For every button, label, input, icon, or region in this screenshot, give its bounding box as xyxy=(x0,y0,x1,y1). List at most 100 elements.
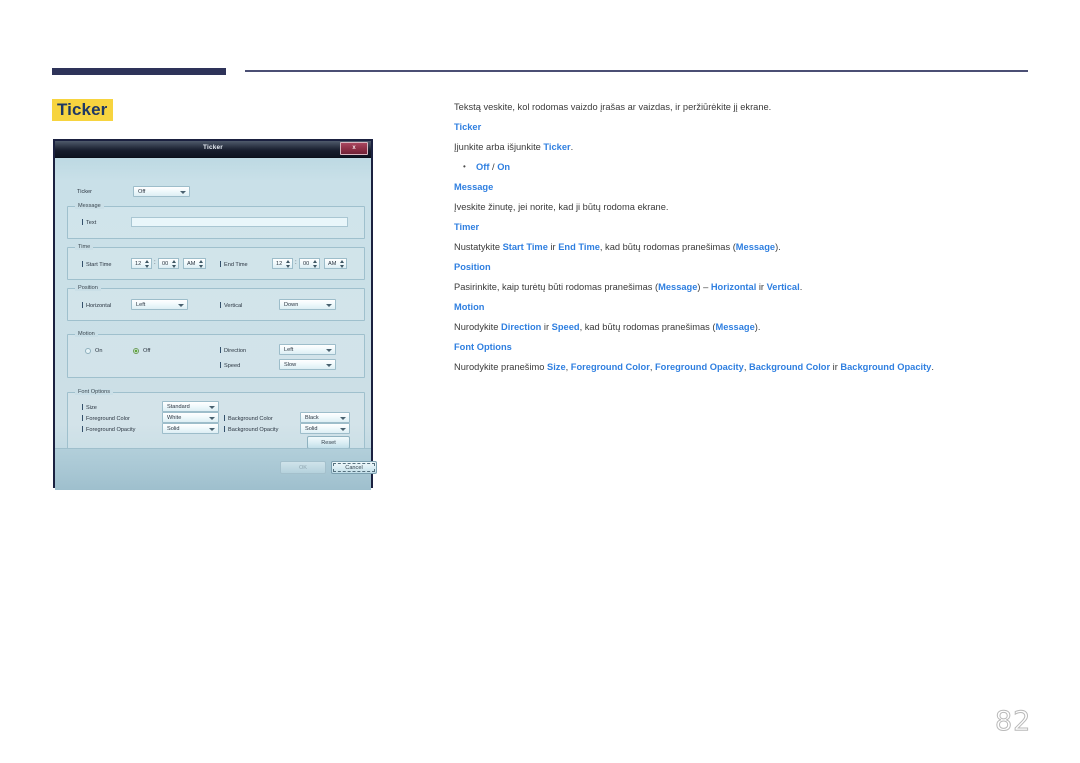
timer-mid2: , kad būtų rodomas pranešimas ( xyxy=(599,242,736,252)
text-label: Text xyxy=(82,219,96,226)
foreground-color-select[interactable]: White xyxy=(162,412,219,423)
message-text-input[interactable] xyxy=(131,217,348,227)
vertical-select[interactable]: Down xyxy=(279,299,336,310)
start-hour-stepper[interactable]: 12 xyxy=(131,258,152,269)
direction-select-value: Left xyxy=(284,347,294,353)
dialog-titlebar: Ticker x xyxy=(55,141,371,158)
vertical-select-value: Down xyxy=(284,302,299,308)
ticker-desc-keyword: Ticker xyxy=(543,142,571,152)
header-rule-thin xyxy=(245,70,1028,72)
foreground-color-label: Foreground Color xyxy=(82,415,130,422)
motion-pre: Nurodykite xyxy=(454,322,502,332)
intro-paragraph: Tekstą veskite, kol rodomas vaizdo įraša… xyxy=(454,102,772,112)
stepper-arrows-icon[interactable] xyxy=(286,260,291,268)
ok-button[interactable]: OK xyxy=(280,461,326,474)
background-opacity-label: Background Opacity xyxy=(224,426,278,433)
direction-label: Direction xyxy=(220,347,246,354)
timer-mid1: ir xyxy=(547,242,559,252)
heading-timer: Timer xyxy=(454,222,480,232)
time-group-legend: Time xyxy=(75,244,94,250)
ticker-dialog: Ticker x Ticker Off Message Text Time St… xyxy=(53,139,377,490)
end-meridiem-value: AM xyxy=(328,261,337,267)
stepper-arrows-icon[interactable] xyxy=(340,260,345,268)
vertical-label: Vertical xyxy=(220,302,242,309)
motion-off-radio[interactable] xyxy=(133,348,139,354)
background-color-select[interactable]: Black xyxy=(300,412,350,423)
font-options-description: Nurodykite pranešimo Size, Foreground Co… xyxy=(454,357,1029,377)
foreground-opacity-label: Foreground Opacity xyxy=(82,426,135,433)
heading-ticker: Ticker xyxy=(454,122,482,132)
start-time-label: Start Time xyxy=(82,261,112,268)
background-color-label: Background Color xyxy=(224,415,273,422)
motion-mid2: , kad būtų rodomas pranešimas ( xyxy=(579,322,716,332)
message-group-legend: Message xyxy=(75,203,104,209)
start-meridiem-stepper[interactable]: AM xyxy=(183,258,206,269)
motion-kw-direction: Direction xyxy=(501,322,542,332)
heading-message: Message xyxy=(454,182,494,192)
motion-off-label: Off xyxy=(143,348,151,354)
end-hour-stepper[interactable]: 12 xyxy=(272,258,293,269)
dialog-footer: OK Cancel xyxy=(55,448,377,490)
font-kw-background-color: Background Color xyxy=(749,362,831,372)
position-kw-message: Message xyxy=(658,282,698,292)
stepper-arrows-icon[interactable] xyxy=(172,260,177,268)
option-off: Off xyxy=(476,162,490,172)
chevron-down-icon xyxy=(209,417,215,420)
cancel-button[interactable]: Cancel xyxy=(331,461,377,474)
speed-label: Speed xyxy=(220,362,240,369)
horizontal-select-value: Left xyxy=(136,302,146,308)
end-meridiem-stepper[interactable]: AM xyxy=(324,258,347,269)
ticker-desc-pre: Įjunkite arba išjunkite xyxy=(454,142,544,152)
heading-motion: Motion xyxy=(454,302,485,312)
motion-kw-message: Message xyxy=(715,322,755,332)
font-kw-background-opacity: Background Opacity xyxy=(840,362,932,372)
ticker-select-value: Off xyxy=(138,189,146,195)
motion-on-radio[interactable] xyxy=(85,348,91,354)
page-title: Ticker xyxy=(52,99,114,121)
foreground-opacity-select[interactable]: Solid xyxy=(162,423,219,434)
background-opacity-select[interactable]: Solid xyxy=(300,423,350,434)
end-minute-value: 00 xyxy=(303,261,310,267)
heading-position: Position xyxy=(454,262,491,272)
timer-kw-start-time: Start Time xyxy=(502,242,548,252)
direction-select[interactable]: Left xyxy=(279,344,336,355)
background-opacity-select-value: Solid xyxy=(305,426,318,432)
size-select-value: Standard xyxy=(167,404,190,410)
close-icon[interactable]: x xyxy=(340,142,368,155)
speed-select[interactable]: Slow xyxy=(279,359,336,370)
font-kw-foreground-opacity: Foreground Opacity xyxy=(654,362,744,372)
stepper-arrows-icon[interactable] xyxy=(145,260,150,268)
end-time-label: End Time xyxy=(220,261,248,268)
horizontal-label: Horizontal xyxy=(82,302,111,309)
motion-description: Nurodykite Direction ir Speed, kad būtų … xyxy=(454,317,1029,337)
ticker-label: Ticker xyxy=(77,189,93,195)
end-hour-value: 12 xyxy=(276,261,283,267)
chevron-down-icon xyxy=(340,428,346,431)
position-description: Pasirinkite, kaip turėtų būti rodomas pr… xyxy=(454,277,1029,297)
timer-kw-message: Message xyxy=(735,242,776,252)
speed-select-value: Slow xyxy=(284,362,297,368)
horizontal-select[interactable]: Left xyxy=(131,299,188,310)
header-rule-thick xyxy=(52,68,226,75)
timer-kw-end-time: End Time xyxy=(558,242,600,252)
chevron-down-icon xyxy=(180,191,186,194)
font-post: . xyxy=(931,362,934,372)
timer-post: ). xyxy=(775,242,781,252)
motion-on-label: On xyxy=(95,348,103,354)
page-number: 82 xyxy=(994,706,1032,738)
ticker-select[interactable]: Off xyxy=(133,186,190,197)
position-group: Position Horizontal Left Vertical Down xyxy=(67,285,365,321)
font-mid4: ir xyxy=(830,362,841,372)
position-mid2: ir xyxy=(756,282,767,292)
foreground-opacity-select-value: Solid xyxy=(167,426,180,432)
stepper-arrows-icon[interactable] xyxy=(313,260,318,268)
font-pre: Nurodykite pranešimo xyxy=(454,362,548,372)
start-minute-stepper[interactable]: 00 xyxy=(158,258,179,269)
stepper-arrows-icon[interactable] xyxy=(199,260,204,268)
start-minute-value: 00 xyxy=(162,261,169,267)
size-select[interactable]: Standard xyxy=(162,401,219,412)
end-time-colon: : xyxy=(295,260,297,266)
timer-description: Nustatykite Start Time ir End Time, kad … xyxy=(454,237,1029,257)
end-minute-stepper[interactable]: 00 xyxy=(299,258,320,269)
chevron-down-icon xyxy=(326,364,332,367)
